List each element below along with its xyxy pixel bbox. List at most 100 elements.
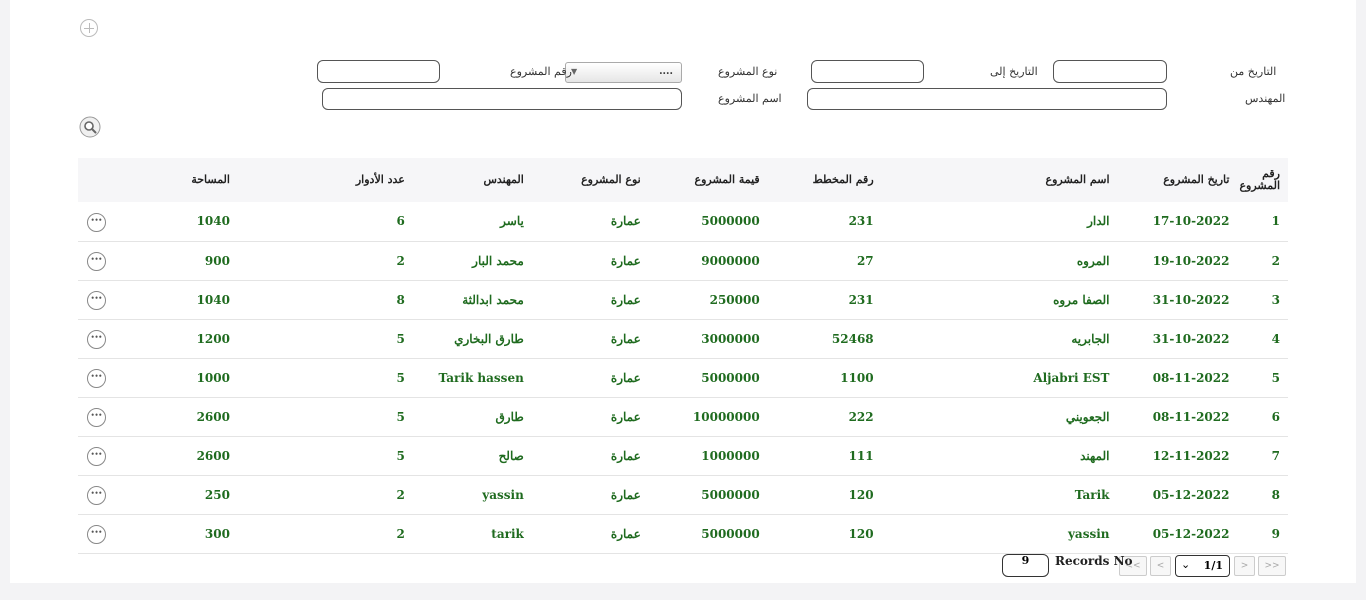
cell-no: 1 [1271, 214, 1280, 229]
cell-floors: 2 [396, 253, 405, 268]
ellipsis-icon[interactable]: ••• [87, 447, 106, 466]
cell-name: Aljabri EST [1033, 370, 1110, 385]
projects-table: رقم المشروع تاريخ المشروع اسم المشروع رق… [78, 158, 1288, 554]
cell-no: 8 [1271, 487, 1280, 502]
header-actions [78, 158, 123, 202]
ellipsis-icon[interactable]: ••• [87, 408, 106, 427]
cell-actions: ••• [78, 475, 123, 514]
table-row[interactable]: 7 12-11-2022 المهند 111 1000000 عمارة صالح 5 260… [78, 436, 1288, 475]
cell-engineer: محمد ابدالثة [462, 292, 524, 307]
table-row[interactable]: 9 05-12-2022 yassin 120 5000000 عمارة tarik 2 30… [78, 514, 1288, 553]
header-project-name: اسم المشروع [1045, 173, 1110, 186]
header-project-date: تاريخ المشروع [1163, 173, 1230, 186]
engineer-input[interactable] [807, 88, 1167, 110]
ellipsis-icon[interactable]: ••• [87, 525, 106, 544]
cell-floors: 5 [396, 331, 405, 346]
cell-type: عمارة [610, 292, 641, 307]
table-row[interactable]: 6 08-11-2022 الجعويني 222 10000000 عمارة طارق 5… [78, 397, 1288, 436]
ellipsis-icon[interactable]: ••• [87, 330, 106, 349]
pager-last-button[interactable]: >> [1258, 556, 1286, 576]
cell-engineer: طارق [495, 409, 524, 424]
project-type-label: نوع المشروع [718, 65, 778, 78]
project-no-label: رقم المشروع [510, 65, 572, 78]
cell-value: 5000000 [701, 370, 760, 385]
cell-value: 5000000 [701, 487, 760, 502]
cell-plan: 231 [848, 292, 874, 307]
cell-actions: ••• [78, 436, 123, 475]
cell-plan: 27 [856, 253, 874, 268]
project-type-select[interactable]: .... ▼ [565, 62, 682, 83]
table-row[interactable]: 2 19-10-2022 المروه 27 9000000 عمارة محمد البا… [78, 241, 1288, 280]
cell-actions: ••• [78, 514, 123, 553]
table-row[interactable]: 4 31-10-2022 الجابريه 52468 3000000 عمارة طارق… [78, 319, 1288, 358]
cell-type: عمارة [610, 253, 641, 268]
cell-date: 05-12-2022 [1152, 487, 1230, 502]
project-no-input[interactable] [317, 60, 440, 83]
ellipsis-icon[interactable]: ••• [87, 252, 106, 271]
ellipsis-icon[interactable]: ••• [87, 369, 106, 388]
cell-no: 6 [1271, 409, 1280, 424]
cell-area: 2600 [196, 409, 230, 424]
pager-prev-button[interactable]: < [1150, 556, 1171, 576]
date-to-input[interactable] [811, 60, 924, 83]
cell-date: 31-10-2022 [1152, 331, 1230, 346]
header-project-value: قيمة المشروع [694, 173, 760, 186]
ellipsis-icon[interactable]: ••• [87, 486, 106, 505]
header-floors: عدد الأدوار [355, 173, 405, 186]
cell-floors: 2 [396, 487, 405, 502]
cell-actions: ••• [78, 241, 123, 280]
table-row[interactable]: 3 31-10-2022 الصفا مروه 231 250000 عمارة محمد … [78, 280, 1288, 319]
cell-engineer: yassin [482, 487, 524, 502]
cell-name: الجابريه [1071, 331, 1110, 346]
table-row[interactable]: 1 17-10-2022 الدار 231 5000000 عمارة ياسر 6 1040… [78, 202, 1288, 241]
cell-floors: 5 [396, 448, 405, 463]
cell-name: yassin [1067, 526, 1110, 541]
cell-plan: 111 [848, 448, 874, 463]
add-project-button[interactable] [80, 19, 98, 37]
cell-plan: 120 [848, 487, 874, 502]
date-from-input[interactable] [1053, 60, 1167, 83]
table-row[interactable]: 5 08-11-2022 Aljabri EST 1100 5000000 عمارة Ta… [78, 358, 1288, 397]
cell-value: 10000000 [692, 409, 760, 424]
cell-date: 05-12-2022 [1152, 526, 1230, 541]
cell-floors: 2 [396, 526, 405, 541]
cell-area: 900 [204, 253, 230, 268]
cell-actions: ••• [78, 319, 123, 358]
cell-no: 9 [1271, 526, 1280, 541]
cell-area: 300 [204, 526, 230, 541]
cell-plan: 1100 [840, 370, 874, 385]
ellipsis-icon[interactable]: ••• [87, 291, 106, 310]
chevron-down-icon: ▼ [571, 67, 578, 76]
cell-engineer: ياسر [500, 214, 524, 229]
cell-engineer: tarik [491, 526, 524, 541]
cell-date: 19-10-2022 [1152, 253, 1230, 268]
cell-value: 5000000 [701, 526, 760, 541]
table-row[interactable]: 8 05-12-2022 Tarik 120 5000000 عمارة yassin 2 25… [78, 475, 1288, 514]
cell-type: عمارة [610, 409, 641, 424]
cell-area: 2600 [196, 448, 230, 463]
cell-date: 17-10-2022 [1152, 214, 1230, 229]
records-label: Records No [1055, 554, 1133, 568]
table-header-row: رقم المشروع تاريخ المشروع اسم المشروع رق… [78, 158, 1288, 202]
cell-value: 9000000 [701, 253, 760, 268]
search-button[interactable] [79, 116, 101, 138]
cell-floors: 5 [396, 409, 405, 424]
ellipsis-icon[interactable]: ••• [87, 212, 106, 232]
cell-plan: 120 [848, 526, 874, 541]
cell-floors: 5 [396, 370, 405, 385]
cell-date: 31-10-2022 [1152, 292, 1230, 307]
page-select[interactable]: 1/1 ⌄ [1175, 555, 1230, 577]
cell-actions: ••• [78, 397, 123, 436]
cell-name: المهند [1080, 448, 1110, 463]
cell-name: Tarik [1074, 487, 1110, 502]
project-type-value: .... [659, 66, 673, 77]
cell-type: عمارة [610, 331, 641, 346]
project-name-input[interactable] [322, 88, 682, 110]
pager-next-button[interactable]: > [1234, 556, 1255, 576]
cell-date: 08-11-2022 [1152, 370, 1230, 385]
cell-actions: ••• [78, 358, 123, 397]
cell-floors: 6 [396, 214, 405, 229]
cell-engineer: Tarik hassen [438, 370, 524, 385]
header-plan-no: رقم المخطط [812, 173, 874, 186]
cell-area: 250 [204, 487, 230, 502]
